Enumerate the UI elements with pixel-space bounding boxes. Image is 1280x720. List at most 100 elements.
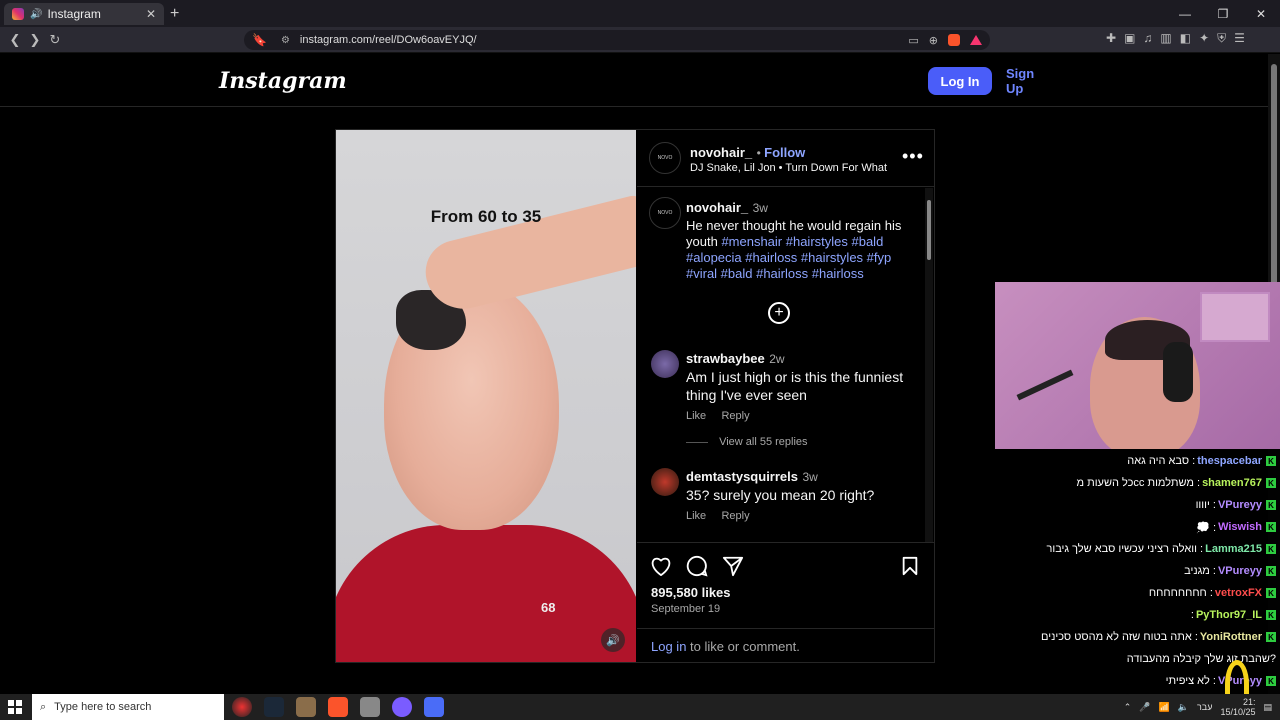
notifications-icon[interactable]: ▤ [1263,702,1272,713]
comments-scrollbar[interactable] [925,188,933,542]
kick-badge-icon: K [1266,522,1276,532]
chat-nick[interactable]: PyThor97_IL [1196,609,1262,621]
more-options-icon[interactable]: ••• [902,146,924,167]
post-sidebar: NOVO novohair_ • Follow DJ Snake, Lil Jo… [637,130,934,662]
site-info-icon[interactable]: ⚙ [281,35,290,46]
reply-button[interactable]: Reply [721,410,749,422]
tray-overflow-icon[interactable]: ⌃ [1124,702,1132,713]
vpn-icon[interactable]: ⛨ [1217,31,1226,46]
reel-video[interactable]: From 60 to 35 68 🔊 [336,130,636,662]
chat-nick[interactable]: VPureyy [1218,565,1262,577]
divider [637,628,934,629]
brave-shields-icon[interactable] [948,34,960,46]
shield-app-icon[interactable] [360,697,380,717]
commenter-avatar[interactable] [651,350,679,378]
chat-nick[interactable]: shamen767 [1202,477,1262,489]
clock[interactable]: 21: 15/10/25 [1220,697,1255,717]
browser-navbar: ❮ ❯ ↻ 🔖 ⚙ instagram.com/reel/DOw6oavEYJQ… [0,27,1280,53]
like-heart-icon[interactable] [649,554,673,578]
audio-track[interactable]: DJ Snake, Lil Jon • Turn Down For What [690,162,887,174]
like-comment-button[interactable]: Like [686,510,706,522]
chat-nick[interactable]: Lamma215 [1205,543,1262,555]
url-text[interactable]: instagram.com/reel/DOw6oavEYJQ/ [300,34,477,46]
like-comment-button[interactable]: Like [686,410,706,422]
forward-icon[interactable]: ❯ [26,31,44,49]
app2-icon[interactable] [424,697,444,717]
wallet-icon[interactable]: ◧ [1180,31,1191,46]
login-link[interactable]: Log in [651,639,686,654]
load-more-comments-icon[interactable]: + [768,302,790,324]
reply-button[interactable]: Reply [721,510,749,522]
language-indicator[interactable]: עבר [1197,702,1212,712]
chat-message: Kshamen767 : משתלמות ccכל השעות מ [995,473,1280,493]
volume-icon[interactable]: 🔈 [1178,702,1189,713]
steam-icon[interactable] [264,697,284,717]
obs-icon[interactable] [232,697,252,717]
brave-browser-icon[interactable] [328,697,348,717]
leo-icon[interactable]: ✦ [1199,31,1209,46]
discord-icon[interactable] [392,697,412,717]
login-button[interactable]: Log In [928,67,992,95]
chat-nick[interactable]: Wiswish [1218,521,1262,533]
media-icon[interactable]: ♫ [1143,31,1152,46]
instagram-favicon-icon [12,8,24,20]
back-icon[interactable]: ❮ [6,31,24,49]
comment-bubble-icon[interactable] [685,554,709,578]
chat-message: Kthespacebar : סבא היה גאה [995,451,1280,471]
menu-icon[interactable]: ☰ [1234,31,1245,46]
cast-icon[interactable]: ▭ [908,34,918,47]
close-tab-icon[interactable]: ✕ [146,7,156,21]
taskbar-search[interactable]: ⌕ Type here to search [32,694,224,720]
signup-button[interactable]: Sign Up [1006,66,1050,96]
chat-nick[interactable]: VPureyy [1218,499,1262,511]
follow-button[interactable]: Follow [764,145,805,160]
restore-icon[interactable]: ❐ [1204,0,1242,27]
chat-message: K PyThor97_IL : [995,605,1280,625]
caption-avatar[interactable]: NOVO [649,197,681,229]
sound-icon[interactable]: 🔊 [601,628,625,652]
post-username[interactable]: novohair_ [690,145,752,160]
minimize-icon[interactable]: — [1166,0,1204,27]
instagram-logo[interactable]: Instagram [219,68,347,94]
address-bar[interactable]: 🔖 ⚙ instagram.com/reel/DOw6oavEYJQ/ ▭ ⊕ [244,30,990,50]
chat-text: : 💭 [1196,521,1217,534]
chat-message: K Lamma215 : וואלה רציני עכשיו סבא שלך גי… [995,539,1280,559]
clock-time: 21: [1242,697,1256,707]
comment-username[interactable]: strawbaybee [686,351,765,366]
comment-username[interactable]: demtastysquirrels [686,469,798,484]
avatar[interactable]: NOVO [649,142,681,174]
zoom-icon[interactable]: ⊕ [929,34,938,47]
brave-rewards-icon[interactable] [970,35,982,45]
caption-username[interactable]: novohair_ [686,200,748,215]
save-bookmark-icon[interactable] [898,554,922,578]
speaker-icon[interactable]: 🔊 [30,9,42,20]
view-replies-button[interactable]: View all 55 replies [719,436,807,448]
sidebar-icon[interactable]: ▥ [1160,31,1171,46]
commenter-avatar[interactable] [651,468,679,496]
wifi-icon[interactable]: 📶 [1159,702,1170,713]
chat-nick[interactable]: YoniRottner [1200,631,1262,643]
comment-time: 2w [769,352,785,366]
page-scrollbar-thumb[interactable] [1271,64,1277,314]
chat-nick[interactable]: vetroxFX [1215,587,1262,599]
mic-tray-icon[interactable]: 🎤 [1139,702,1150,713]
extensions-icon[interactable]: ✚ [1106,31,1116,46]
comments-scrollbar-thumb[interactable] [927,200,931,260]
chat-message: KvetroxFX : חחחחחחחח [995,583,1280,603]
share-send-icon[interactable] [721,554,745,578]
likes-count[interactable]: 895,580 likes [651,585,731,600]
new-tab-button[interactable]: + [170,5,179,23]
app-icon[interactable] [296,697,316,717]
chat-text: : חחחחחחחח [1148,587,1213,599]
reload-icon[interactable]: ↻ [46,31,64,49]
chat-text: : לא ציפיתי [1165,675,1216,687]
bookmark-icon[interactable]: 🔖 [252,33,267,47]
windows-start-icon[interactable] [8,700,22,714]
tab-instagram[interactable]: 🔊 Instagram ✕ [4,3,164,25]
close-window-icon[interactable]: ✕ [1242,0,1280,27]
chat-text: : [1190,609,1194,621]
comments-panel[interactable]: NOVO novohair_ 3w He never thought he wo… [637,188,934,543]
screenshot-icon[interactable]: ▣ [1124,31,1135,46]
chat-nick[interactable]: thespacebar [1197,455,1262,467]
webcam-headphones [1163,342,1193,402]
